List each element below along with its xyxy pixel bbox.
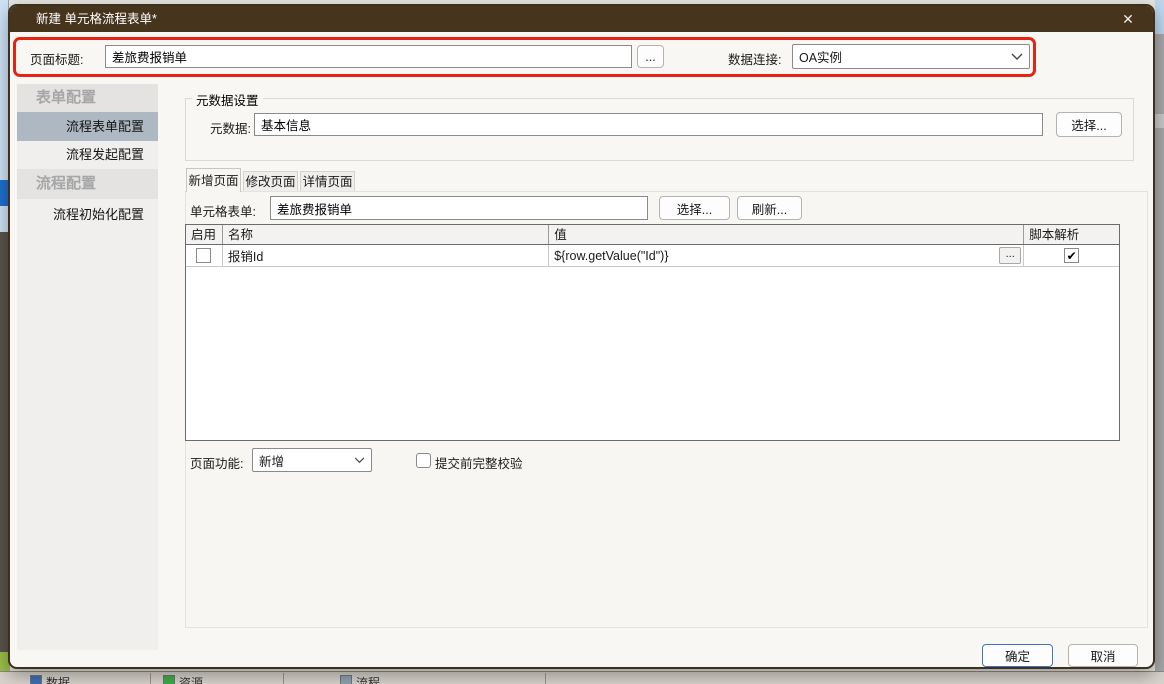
cell-form-refresh-button[interactable]: 刷新... bbox=[737, 196, 802, 220]
metadata-input[interactable] bbox=[254, 113, 1043, 136]
cancel-button[interactable]: 取消 bbox=[1068, 644, 1138, 667]
sidebar-item-process-form-config[interactable]: 流程表单配置 bbox=[17, 112, 158, 141]
cell-form-input[interactable] bbox=[270, 196, 648, 220]
background-tab-process[interactable]: 流程 bbox=[340, 674, 380, 684]
column-header-value: 值 bbox=[549, 225, 1024, 244]
check-icon: ✔ bbox=[1067, 250, 1077, 262]
page-title-browse-button[interactable]: ... bbox=[637, 45, 664, 68]
enabled-checkbox[interactable] bbox=[196, 248, 211, 263]
value-cell: ${row.getValue("Id")} ... bbox=[549, 245, 1024, 266]
enabled-cell bbox=[186, 245, 223, 266]
script-parse-checkbox[interactable]: ✔ bbox=[1064, 248, 1079, 263]
value-browse-button[interactable]: ... bbox=[999, 247, 1021, 264]
background-scrollbar[interactable] bbox=[1155, 114, 1164, 128]
chevron-down-icon bbox=[354, 457, 365, 464]
page-function-label: 页面功能: bbox=[190, 453, 243, 472]
table-header-row: 启用 名称 值 脚本解析 bbox=[186, 225, 1119, 245]
cell-form-label: 单元格表单: bbox=[190, 201, 256, 220]
column-header-name: 名称 bbox=[223, 225, 549, 244]
sidebar-header-form-config: 表单配置 bbox=[17, 84, 158, 112]
tab-add-page[interactable]: 新增页面 bbox=[186, 168, 241, 192]
script-parse-cell: ✔ bbox=[1024, 245, 1119, 266]
metadata-label: 元数据: bbox=[210, 118, 251, 137]
page-function-select[interactable]: 新增 bbox=[252, 448, 372, 472]
column-header-enabled: 启用 bbox=[186, 225, 223, 244]
cell-form-select-button[interactable]: 选择... bbox=[659, 196, 730, 220]
sidebar-header-process-config: 流程配置 bbox=[17, 169, 158, 199]
tab-separator bbox=[545, 673, 546, 684]
sidebar-item-process-initialization-config[interactable]: 流程初始化配置 bbox=[17, 199, 158, 230]
ok-button[interactable]: 确定 bbox=[982, 644, 1053, 667]
name-cell: 报销Id bbox=[223, 245, 549, 266]
value-expression: ${row.getValue("Id")} bbox=[554, 249, 668, 263]
tab-separator bbox=[150, 673, 151, 684]
background-panel bbox=[1155, 0, 1164, 34]
background-app-icon bbox=[0, 180, 8, 206]
parameter-table: 启用 名称 值 脚本解析 报销Id ${row.getValue("Id")} … bbox=[185, 224, 1120, 441]
page-title-label: 页面标题: bbox=[30, 49, 83, 68]
tab-edit-page[interactable]: 修改页面 bbox=[243, 171, 298, 192]
table-row[interactable]: 报销Id ${row.getValue("Id")} ... ✔ bbox=[186, 245, 1119, 267]
chevron-down-icon bbox=[1011, 53, 1023, 61]
config-sidebar: 表单配置 流程表单配置 流程发起配置 流程配置 流程初始化配置 bbox=[17, 84, 158, 650]
data-connection-label: 数据连接: bbox=[728, 49, 781, 68]
tab-detail-page[interactable]: 详情页面 bbox=[300, 171, 355, 192]
full-validation-checkbox-label: 提交前完整校验 bbox=[435, 453, 523, 472]
metadata-select-button[interactable]: 选择... bbox=[1056, 112, 1122, 137]
background-window-right-edge bbox=[1155, 0, 1164, 684]
background-tab-label: 资源 bbox=[179, 674, 203, 684]
background-tab-strip: 数据 资源 流程 bbox=[0, 671, 1164, 684]
background-tab-label: 数据 bbox=[46, 674, 70, 684]
dialog-titlebar[interactable]: 新建 单元格流程表单* ✕ bbox=[10, 6, 1153, 32]
globe-icon bbox=[163, 675, 175, 684]
column-header-script-parse: 脚本解析 bbox=[1024, 225, 1119, 244]
close-icon[interactable]: ✕ bbox=[1111, 6, 1145, 32]
background-tab-resources[interactable]: 资源 bbox=[163, 674, 203, 684]
new-cell-process-form-dialog: 新建 单元格流程表单* ✕ 页面标题: ... 数据连接: OA实例 表单配置 … bbox=[8, 4, 1155, 669]
metadata-settings-legend: 元数据设置 bbox=[192, 90, 263, 109]
full-validation-checkbox[interactable] bbox=[416, 453, 431, 468]
background-tab-data[interactable]: 数据 bbox=[30, 674, 70, 684]
data-connection-value: OA实例 bbox=[799, 47, 1011, 66]
page-title-input[interactable] bbox=[105, 45, 632, 68]
data-table-icon bbox=[30, 675, 42, 684]
page-function-value: 新增 bbox=[259, 451, 354, 470]
sidebar-item-process-initiation-config[interactable]: 流程发起配置 bbox=[17, 141, 158, 169]
flow-icon bbox=[340, 675, 352, 684]
data-connection-select[interactable]: OA实例 bbox=[792, 44, 1030, 69]
background-tab-label: 流程 bbox=[356, 674, 380, 684]
dialog-title: 新建 单元格流程表单* bbox=[36, 6, 157, 32]
tab-separator bbox=[283, 673, 284, 684]
